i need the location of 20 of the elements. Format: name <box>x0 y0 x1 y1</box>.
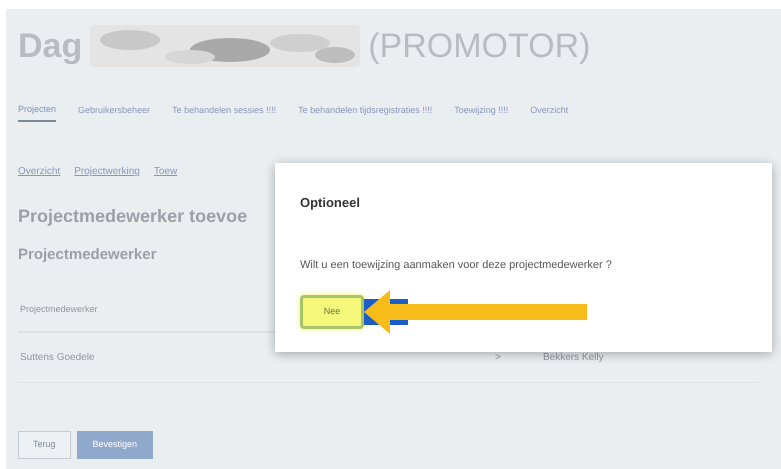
breadcrumb-link[interactable]: Toew <box>154 164 178 179</box>
tab[interactable]: Toewijzing !!!! <box>454 100 508 122</box>
tab[interactable]: Projecten <box>18 100 56 122</box>
section-title: Projectmedewerker <box>18 245 156 265</box>
dialog-title: Optioneel <box>300 194 360 212</box>
breadcrumb-link[interactable]: Overzicht <box>18 164 60 179</box>
table-cell-text: Bekkers Kelly <box>543 350 604 364</box>
tab[interactable]: Te behandelen sessies !!!! <box>172 100 276 122</box>
confirm-button[interactable]: Bevestigen <box>76 430 154 458</box>
chevron-icon: > <box>495 350 543 364</box>
column-header: Projectmedewerker <box>20 304 98 314</box>
tab[interactable]: Overzicht <box>530 100 568 122</box>
page-title: Projectmedewerker toevoe <box>18 205 248 228</box>
dialog-message: Wilt u een toewijzing aanmaken voor deze projectmedewerker ? <box>300 258 612 272</box>
tab[interactable]: Te behandelen tijdsregistraties !!!! <box>298 100 432 122</box>
no-button[interactable]: Nee <box>300 295 364 329</box>
tab[interactable]: Gebruikersbeheer <box>78 100 150 122</box>
breadcrumb-link[interactable]: Projectwerking <box>74 164 140 179</box>
table-cell-text: Suttens Goedele <box>19 350 96 364</box>
back-button[interactable]: Terug <box>18 430 71 458</box>
